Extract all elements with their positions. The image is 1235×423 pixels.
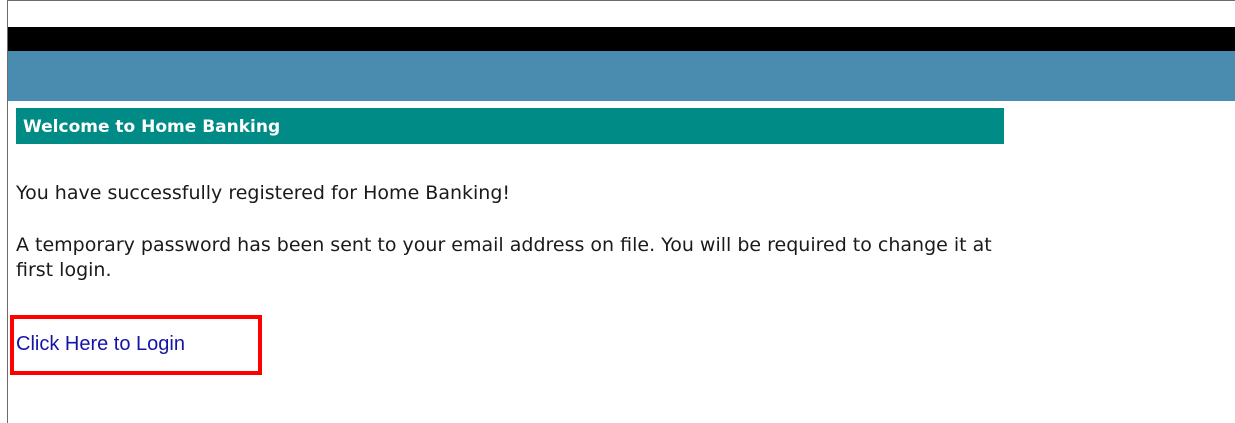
- nav-bar: [8, 51, 1235, 101]
- temporary-password-message: A temporary password has been sent to yo…: [16, 234, 992, 281]
- top-black-bar: [8, 27, 1235, 51]
- welcome-header: Welcome to Home Banking: [16, 108, 1004, 144]
- success-message: You have successfully registered for Hom…: [16, 182, 511, 204]
- page-frame: Welcome to Home Banking You have success…: [7, 0, 1235, 423]
- login-link[interactable]: Click Here to Login: [16, 332, 185, 356]
